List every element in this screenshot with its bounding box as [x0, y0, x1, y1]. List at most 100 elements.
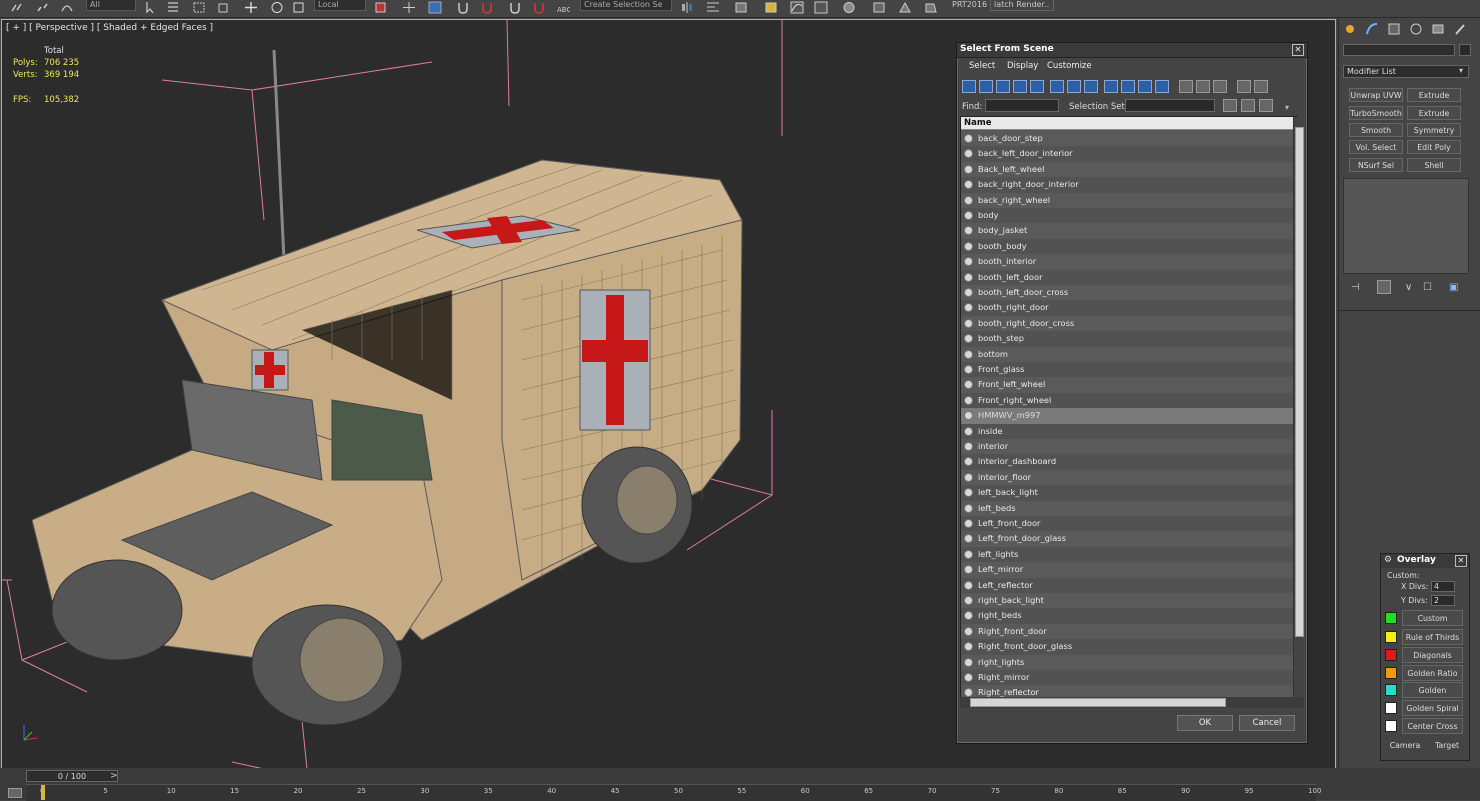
select-all-icon[interactable]: [1179, 80, 1193, 93]
scene-object-list[interactable]: Name back_door_step back_left_door_interi…: [960, 116, 1298, 698]
list-item[interactable]: back_door_step: [961, 131, 1293, 147]
list-item[interactable]: bottom: [961, 346, 1293, 362]
edit-named-selection-icon[interactable]: ABC: [556, 1, 571, 14]
selection-set-dropdown[interactable]: [1125, 99, 1215, 112]
scale-icon[interactable]: [292, 1, 306, 14]
display-tab-icon[interactable]: [1431, 22, 1445, 36]
find-input[interactable]: [985, 99, 1059, 112]
utilities-tab-icon[interactable]: [1453, 22, 1467, 36]
layer-manager-icon[interactable]: [734, 1, 748, 14]
spacewarps-filter-icon[interactable]: [1050, 80, 1064, 93]
select-invert-icon[interactable]: [1213, 80, 1227, 93]
helpers-filter-icon[interactable]: [1030, 80, 1044, 93]
pivot-icon[interactable]: [374, 1, 388, 14]
list-item[interactable]: Right_mirror: [961, 670, 1293, 686]
custom-button[interactable]: Custom: [1402, 610, 1463, 626]
list-item[interactable]: Front_left_wheel: [961, 377, 1293, 393]
select-manipulate-icon[interactable]: [402, 1, 416, 14]
list-item[interactable]: Left_front_door: [961, 516, 1293, 532]
next-frame-icon[interactable]: >: [110, 771, 118, 781]
select-object-icon[interactable]: [144, 1, 158, 14]
list-item[interactable]: Left_mirror: [961, 562, 1293, 578]
lights-filter-icon[interactable]: [996, 80, 1010, 93]
scrollbar-thumb[interactable]: [970, 698, 1226, 707]
batch-render-button[interactable]: latch Render..: [990, 0, 1054, 11]
rule-of-thirds-button[interactable]: Rule of Thirds: [1402, 629, 1463, 645]
gear-icon[interactable]: ⚙: [1384, 555, 1392, 565]
color-swatch[interactable]: [1385, 631, 1397, 643]
make-unique-icon[interactable]: ∨: [1405, 282, 1412, 293]
overlay-titlebar[interactable]: ⚙ Overlay ✕: [1381, 554, 1469, 568]
selection-filter-dropdown[interactable]: All: [86, 0, 136, 11]
move-icon[interactable]: [244, 1, 258, 14]
list-item[interactable]: Left_reflector: [961, 577, 1293, 593]
menu-select[interactable]: Select: [969, 61, 995, 71]
list-item[interactable]: body_jasket: [961, 223, 1293, 239]
schematic-view-icon[interactable]: [814, 1, 828, 14]
options-chevron-icon[interactable]: ▾: [1285, 103, 1289, 112]
select-none-icon[interactable]: [1196, 80, 1210, 93]
render-setup-icon[interactable]: [872, 1, 886, 14]
list-item[interactable]: booth_right_door_cross: [961, 315, 1293, 332]
xrefs-filter-icon[interactable]: [1084, 80, 1098, 93]
bones-filter-icon[interactable]: [1104, 80, 1118, 93]
frozen-filter-icon[interactable]: [1138, 80, 1152, 93]
rendered-frame-icon[interactable]: [898, 1, 912, 14]
golden-ratio-button[interactable]: Golden Ratio: [1402, 665, 1463, 681]
object-name-field[interactable]: [1343, 44, 1455, 56]
reference-coord-dropdown[interactable]: Local: [314, 0, 366, 11]
center-cross-button[interactable]: Center Cross: [1402, 718, 1463, 734]
list-item[interactable]: booth_interior: [961, 254, 1293, 270]
named-selection-dropdown[interactable]: Create Selection Se: [580, 0, 672, 11]
list-item[interactable]: body: [961, 208, 1293, 224]
shapes-filter-icon[interactable]: [979, 80, 993, 93]
color-swatch[interactable]: [1385, 684, 1397, 696]
list-item[interactable]: booth_right_door: [961, 300, 1293, 316]
chevron-down-icon[interactable]: ▾: [1459, 66, 1463, 75]
dialog-titlebar[interactable]: Select From Scene ✕: [957, 43, 1307, 58]
filter-icon[interactable]: [1237, 80, 1251, 93]
overlay-item-golden-spiral[interactable]: Golden Spiral: [1385, 700, 1465, 716]
cameras-filter-icon[interactable]: [1013, 80, 1027, 93]
motion-tab-icon[interactable]: [1409, 22, 1423, 36]
list-item[interactable]: interior_floor: [961, 469, 1293, 486]
bind-icon[interactable]: [60, 1, 74, 14]
pin-stack-icon[interactable]: ⊣: [1351, 282, 1360, 293]
list-item[interactable]: Front_right_wheel: [961, 392, 1293, 409]
list-header-name[interactable]: Name: [961, 117, 1293, 130]
scrollbar-thumb[interactable]: [1295, 127, 1304, 637]
overlay-item-golden-ratio[interactable]: Golden Ratio: [1385, 665, 1465, 681]
modifier-edit-poly-button[interactable]: Edit Poly: [1407, 140, 1461, 154]
list-item[interactable]: booth_body: [961, 238, 1293, 255]
list-vertical-scrollbar[interactable]: [1293, 117, 1305, 697]
configure-modifier-sets-icon[interactable]: ▣: [1449, 282, 1458, 293]
create-selection-set-icon[interactable]: [1223, 99, 1237, 112]
camera-button[interactable]: Camera: [1385, 738, 1425, 754]
rotate-icon[interactable]: [270, 1, 284, 14]
list-item[interactable]: inside: [961, 423, 1293, 439]
create-tab-icon[interactable]: [1343, 22, 1357, 36]
filter-options-icon[interactable]: [1254, 80, 1268, 93]
color-swatch[interactable]: [1385, 667, 1397, 679]
geometry-filter-icon[interactable]: [962, 80, 976, 93]
overlay-item-rule-of-thirds[interactable]: Rule of Thirds: [1385, 629, 1465, 645]
percent-snap-icon[interactable]: [508, 1, 522, 14]
unlink-icon[interactable]: [36, 1, 50, 14]
menu-display[interactable]: Display: [1007, 61, 1038, 71]
spinner-snap-icon[interactable]: [532, 1, 546, 14]
x-divs-spinner[interactable]: 4: [1431, 581, 1455, 592]
remove-selection-set-icon[interactable]: [1259, 99, 1273, 112]
curve-editor-icon[interactable]: [790, 1, 804, 14]
keyboard-shortcut-icon[interactable]: [428, 1, 442, 14]
list-item[interactable]: Back_left_wheel: [961, 161, 1293, 178]
window-crossing-icon[interactable]: [216, 1, 230, 14]
object-color-swatch[interactable]: [1459, 44, 1471, 56]
list-item[interactable]: booth_left_door_cross: [961, 285, 1293, 301]
mini-curve-editor-icon[interactable]: [8, 788, 22, 798]
diagonals-button[interactable]: Diagonals: [1402, 647, 1463, 663]
list-item[interactable]: interior_dashboard: [961, 454, 1293, 470]
modifier-stack[interactable]: [1343, 178, 1469, 274]
list-item[interactable]: back_right_wheel: [961, 192, 1293, 208]
overlay-item-diagonals[interactable]: Diagonals: [1385, 647, 1465, 663]
list-item[interactable]: interior: [961, 439, 1293, 455]
